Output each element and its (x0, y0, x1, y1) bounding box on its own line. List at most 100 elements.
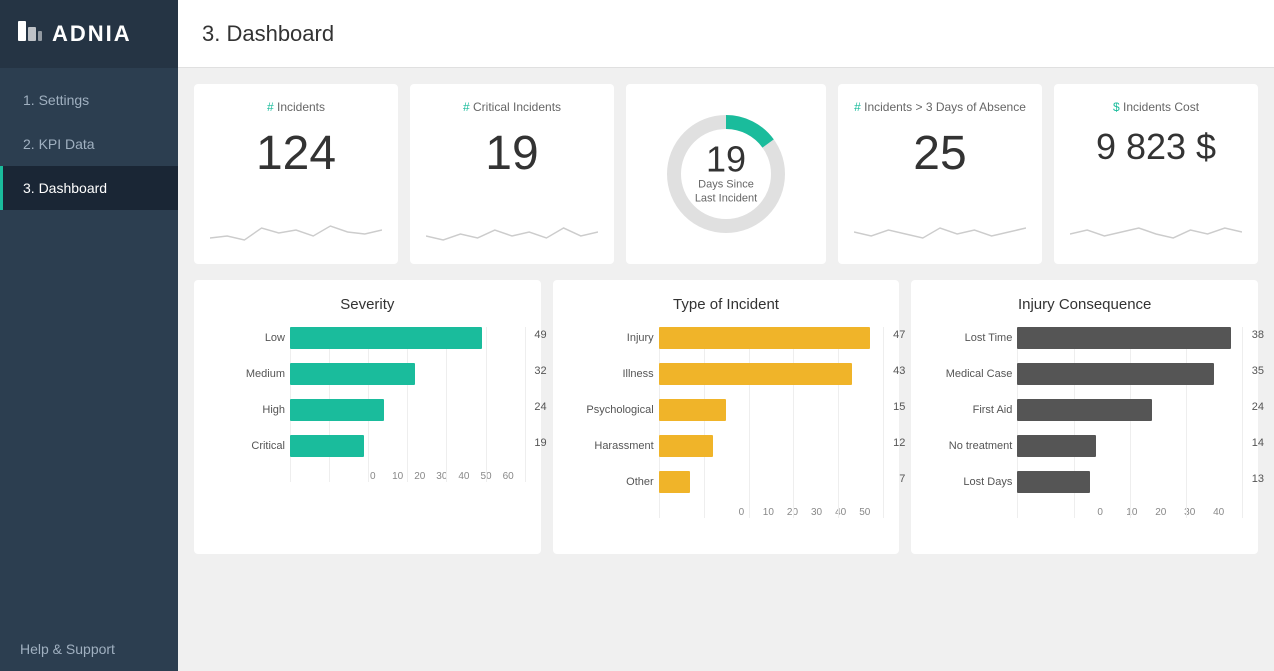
severity-x-axis: 0 10 20 30 40 50 60 (290, 471, 525, 482)
injury-chart-card: Injury Consequence Lost Time 38 (911, 280, 1258, 554)
bar-fill-lostdays (1017, 471, 1090, 493)
sidebar-item-help[interactable]: Help & Support (0, 627, 178, 671)
sidebar-item-settings[interactable]: 1. Settings (0, 78, 178, 122)
bar-value-harassment: 12 (893, 437, 905, 449)
injury-bar-medcase: Medical Case 35 (1017, 363, 1242, 385)
page-title: 3. Dashboard (202, 21, 334, 47)
bar-fill-notreatment (1017, 435, 1096, 457)
kpi-absence-title: # Incidents > 3 Days of Absence (854, 100, 1026, 114)
bar-value-psychological: 15 (893, 401, 905, 413)
bar-label-illness: Illness (569, 368, 654, 380)
bar-track-notreatment: 14 (1017, 435, 1242, 457)
donut-center: 19 Days Since Last Incident (695, 142, 757, 207)
bar-label-losttime: Lost Time (927, 332, 1012, 344)
severity-bar-medium: Medium 32 (290, 363, 525, 385)
bar-track-losttime: 38 (1017, 327, 1242, 349)
bar-value-critical: 19 (534, 437, 546, 449)
bar-track-firstaid: 24 (1017, 399, 1242, 421)
bar-label-low: Low (210, 332, 285, 344)
donut-label: Days Since Last Incident (695, 178, 757, 207)
bar-track-other: 7 (659, 471, 884, 493)
severity-bar-low: Low 49 (290, 327, 525, 349)
sidebar-item-dashboard[interactable]: 3. Dashboard (0, 166, 178, 210)
bar-track-low: 49 (290, 327, 525, 349)
bar-value-illness: 43 (893, 365, 905, 377)
bar-fill-injury (659, 327, 870, 349)
bar-fill-illness (659, 363, 852, 385)
bar-label-medium: Medium (210, 368, 285, 380)
kpi-absence-value: 25 (913, 126, 966, 181)
bar-label-notreatment: No treatment (927, 440, 1012, 452)
donut-chart: 19 Days Since Last Incident (661, 109, 791, 239)
severity-chart-title: Severity (210, 296, 525, 313)
bar-label-harassment: Harassment (569, 440, 654, 452)
bar-track-lostdays: 13 (1017, 471, 1242, 493)
charts-row: Severity Low (194, 280, 1258, 554)
kpi-cost: $ Incidents Cost 9 823 $ (1054, 84, 1258, 264)
kpi-critical-value: 19 (485, 126, 538, 181)
x-label-60: 60 (503, 471, 525, 482)
severity-bar-critical: Critical 19 (290, 435, 525, 457)
page-header: 3. Dashboard (178, 0, 1274, 68)
bar-fill-other (659, 471, 690, 493)
kpi-incidents: # Incidents 124 (194, 84, 398, 264)
incident-bar-injury: Injury 47 (659, 327, 884, 349)
sidebar: ADNIA 1. Settings 2. KPI Data 3. Dashboa… (0, 0, 178, 671)
bar-track-harassment: 12 (659, 435, 884, 457)
bar-label-medcase: Medical Case (927, 368, 1012, 380)
kpi-cost-sparkline (1070, 208, 1242, 248)
kpi-cost-value: 9 823 $ (1096, 126, 1216, 168)
sidebar-logo: ADNIA (0, 0, 178, 68)
bar-value-losttime: 38 (1252, 329, 1264, 341)
x-label-30: 30 (436, 471, 458, 482)
bar-value-low: 49 (534, 329, 546, 341)
injury-x-axis: 0 10 20 30 40 (1017, 507, 1242, 518)
incident-x-axis: 0 10 20 30 40 50 (659, 507, 884, 518)
incident-chart-card: Type of Incident Injury 47 (553, 280, 900, 554)
dashboard-body: # Incidents 124 # Critical Incidents 19 (178, 68, 1274, 671)
bar-value-injury: 47 (893, 329, 905, 341)
bar-label-lostdays: Lost Days (927, 476, 1012, 488)
bar-label-other: Other (569, 476, 654, 488)
kpi-incidents-sparkline (210, 208, 382, 248)
bar-track-critical: 19 (290, 435, 525, 457)
kpi-absence: # Incidents > 3 Days of Absence 25 (838, 84, 1042, 264)
injury-bar-losttime: Lost Time 38 (1017, 327, 1242, 349)
kpi-incidents-title: # Incidents (267, 100, 325, 114)
bar-track-medcase: 35 (1017, 363, 1242, 385)
bar-value-notreatment: 14 (1252, 437, 1264, 449)
kpi-row: # Incidents 124 # Critical Incidents 19 (194, 84, 1258, 264)
bar-value-medium: 32 (534, 365, 546, 377)
severity-bar-high: High 24 (290, 399, 525, 421)
incident-bar-harassment: Harassment 12 (659, 435, 884, 457)
bar-fill-medium (290, 363, 415, 385)
bar-value-medcase: 35 (1252, 365, 1264, 377)
bar-fill-medcase (1017, 363, 1214, 385)
bar-value-other: 7 (899, 473, 905, 485)
bar-fill-harassment (659, 435, 713, 457)
incident-bar-other: Other 7 (659, 471, 884, 493)
x-label-20: 20 (414, 471, 436, 482)
kpi-absence-sparkline (854, 208, 1026, 248)
bar-label-injury: Injury (569, 332, 654, 344)
sidebar-navigation: 1. Settings 2. KPI Data 3. Dashboard (0, 68, 178, 627)
injury-chart-title: Injury Consequence (927, 296, 1242, 313)
bar-value-firstaid: 24 (1252, 401, 1264, 413)
incident-bar-psychological: Psychological 15 (659, 399, 884, 421)
kpi-cost-title: $ Incidents Cost (1113, 100, 1199, 114)
x-label-40: 40 (458, 471, 480, 482)
bar-fill-high (290, 399, 384, 421)
kpi-critical-sparkline (426, 208, 598, 248)
main-content: 3. Dashboard # Incidents 124 # Critical … (178, 0, 1274, 671)
bar-track-injury: 47 (659, 327, 884, 349)
sidebar-item-kpi-data[interactable]: 2. KPI Data (0, 122, 178, 166)
x-label-10: 10 (392, 471, 414, 482)
injury-bar-firstaid: First Aid 24 (1017, 399, 1242, 421)
injury-bar-notreatment: No treatment 14 (1017, 435, 1242, 457)
bar-track-high: 24 (290, 399, 525, 421)
kpi-incidents-value: 124 (256, 126, 336, 181)
donut-number: 19 (695, 142, 757, 178)
logo-icon (16, 17, 44, 51)
bar-track-psychological: 15 (659, 399, 884, 421)
bar-label-psychological: Psychological (569, 404, 654, 416)
